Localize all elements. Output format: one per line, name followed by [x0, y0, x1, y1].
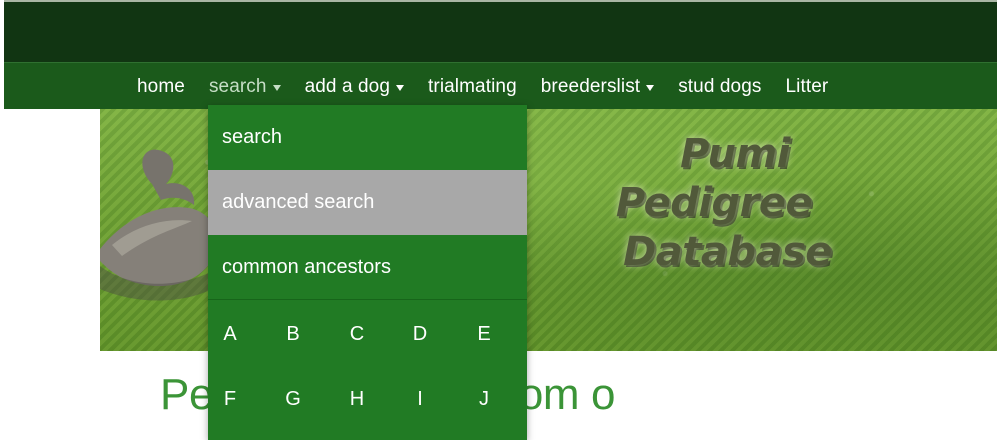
nav-add-a-dog[interactable]: add a dog: [293, 77, 416, 96]
menu-item-advanced-search[interactable]: advanced search: [208, 170, 527, 235]
site-title-logo: Pumi Pedigree Database: [575, 130, 875, 276]
nav-trialmating[interactable]: trialmating: [416, 77, 529, 96]
left-content-space: [4, 109, 100, 440]
letter-link-g[interactable]: G: [271, 371, 315, 427]
nav-litter[interactable]: Litter: [773, 77, 840, 96]
nav-trialmating-label: trialmating: [428, 76, 517, 97]
site-header-bar: [4, 0, 997, 62]
menu-item-search[interactable]: search: [208, 105, 527, 170]
letter-link-h[interactable]: H: [335, 371, 379, 427]
site-title-line: Database: [623, 228, 832, 275]
main-navigation: home search add a dog trialmating breede…: [125, 63, 840, 110]
search-dropdown-menu: search advanced search common ancestors …: [208, 105, 527, 440]
letter-link-a[interactable]: A: [208, 306, 252, 362]
letter-link-b[interactable]: B: [271, 306, 315, 362]
nav-home-label: home: [137, 76, 185, 97]
letter-link-d[interactable]: D: [398, 306, 442, 362]
nav-add-a-dog-label: add a dog: [304, 76, 391, 97]
letter-link-j[interactable]: J: [462, 371, 506, 427]
alphabet-index: A B C D E F G H I J: [208, 301, 527, 440]
menu-item-common-ancestors[interactable]: common ancestors: [208, 235, 527, 300]
letter-link-f[interactable]: F: [208, 371, 252, 427]
nav-stud-dogs[interactable]: stud dogs: [666, 77, 773, 96]
letter-link-c[interactable]: C: [335, 306, 379, 362]
site-title-line: Pumi: [680, 131, 790, 177]
letter-link-i[interactable]: I: [398, 371, 442, 427]
nav-litter-label: Litter: [785, 76, 829, 97]
nav-search[interactable]: search: [197, 77, 293, 96]
dropdown-caret-icon: [272, 84, 281, 91]
nav-breederslist[interactable]: breederslist: [529, 77, 666, 96]
pedigree-page: home search add a dog trialmating breede…: [0, 0, 997, 440]
main-navigation-bar: home search add a dog trialmating breede…: [4, 62, 997, 109]
dropdown-caret-icon: [646, 84, 655, 91]
dropdown-caret-icon: [396, 84, 405, 91]
nav-search-label: search: [208, 76, 267, 97]
nav-stud-dogs-label: stud dogs: [678, 76, 762, 97]
nav-breederslist-label: breederslist: [540, 76, 641, 97]
site-title-line: Pedigree: [615, 179, 813, 226]
nav-home[interactable]: home: [125, 77, 197, 96]
letter-link-e[interactable]: E: [462, 306, 506, 362]
dog-tail: [142, 149, 195, 205]
